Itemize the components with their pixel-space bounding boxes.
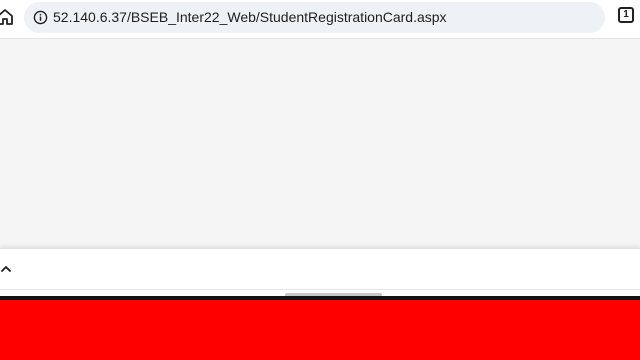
address-bar[interactable]: 52.140.6.37/BSEB_Inter22_Web/StudentRegi…	[24, 2, 605, 33]
browser-screen: 52.140.6.37/BSEB_Inter22_Web/StudentRegi…	[0, 0, 640, 360]
url-text[interactable]: 52.140.6.37/BSEB_Inter22_Web/StudentRegi…	[53, 9, 447, 26]
info-icon[interactable]	[33, 10, 48, 25]
home-icon[interactable]	[0, 8, 14, 26]
bottom-sheet	[0, 248, 640, 301]
tab-switcher-icon[interactable]: 1	[618, 7, 634, 23]
red-overlay-band	[0, 300, 640, 360]
sheet-divider	[0, 289, 640, 290]
chevron-up-icon[interactable]	[0, 263, 12, 275]
browser-toolbar: 52.140.6.37/BSEB_Inter22_Web/StudentRegi…	[0, 0, 640, 38]
page-content-area	[0, 39, 640, 248]
